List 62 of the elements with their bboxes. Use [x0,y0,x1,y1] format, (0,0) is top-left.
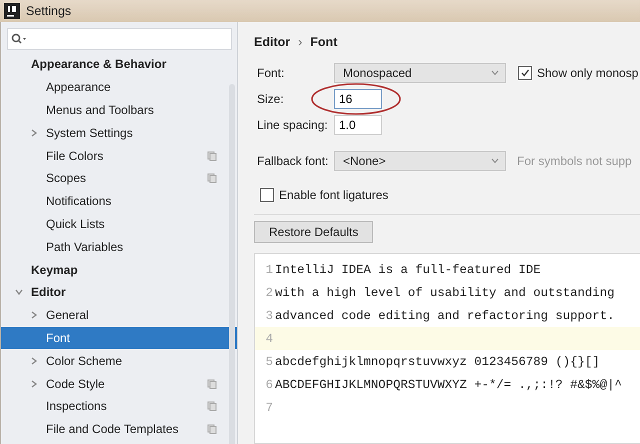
scrollbar[interactable] [229,84,235,444]
line-number: 4 [264,332,274,346]
size-field[interactable]: 16 [334,89,382,109]
tree-item[interactable]: Appearance & Behavior [1,53,237,76]
tree-item[interactable]: Menus and Toolbars [1,98,237,122]
tree-item[interactable]: Scopes [1,166,237,190]
breadcrumb-item: Font [310,35,338,49]
breadcrumb-item: Editor [254,35,290,49]
tree-item[interactable]: File Colors [1,144,237,167]
code-line: advanced code editing and refactoring support. [275,308,614,322]
font-label: Font: [257,66,286,80]
check-icon [520,68,530,78]
app-logo-icon [4,3,20,19]
monospaced-checkbox[interactable]: Show only monosp [518,66,638,80]
tree-item[interactable]: File and Code Templates [1,418,237,441]
line-number: 2 [264,286,274,300]
line-spacing-field[interactable]: 1.0 [334,115,382,135]
font-dropdown[interactable]: Monospaced [334,63,506,83]
chevron-down-icon [15,288,23,296]
fallback-font-dropdown[interactable]: <None> [334,151,506,171]
line-number: 7 [264,400,274,414]
line-number: 1 [264,262,274,276]
tree-item[interactable]: Path Variables [1,235,237,258]
chevron-right-icon [30,380,38,388]
code-line: abcdefghijklmnopqrstuvwxyz 0123456789 (){}[] [275,354,600,368]
tree-item[interactable]: Notifications [1,190,237,213]
tree-item[interactable]: Quick Lists [1,212,237,236]
tree-item[interactable]: Code Style [1,372,237,395]
tree-item[interactable]: General [1,304,237,327]
line-number: 5 [264,354,274,368]
line-number: 6 [264,378,274,392]
line-number: 3 [264,308,274,322]
fallback-font-label: Fallback font: [257,154,330,168]
copy-icon [207,150,217,161]
search-icon [11,33,27,45]
code-line: IntelliJ IDEA is a full-featured IDE [275,262,541,276]
chevron-right-icon [30,356,38,365]
caret-icon [491,158,499,164]
tree-item[interactable]: System Settings [1,121,237,144]
code-line: ABCDEFGHIJKLMNOPQRSTUVWXYZ +-*/= .,;:!? #&$%@|^ [275,378,622,392]
copy-icon [207,424,217,434]
restore-defaults-button[interactable]: Restore Defaults [254,221,374,243]
chevron-right-icon [30,311,38,320]
tree-item[interactable]: Inspections [1,394,237,418]
tree-item[interactable]: Color Scheme [1,349,237,372]
ligatures-checkbox[interactable]: Enable font ligatures [260,188,388,202]
search-field[interactable] [7,28,232,50]
chevron-right-icon [30,128,38,137]
fallback-hint: For symbols not supp [517,154,632,168]
tree-item[interactable]: Appearance [1,76,237,99]
size-label: Size: [257,92,285,106]
window-title: Settings [26,4,72,18]
line-spacing-label: Line spacing: [257,118,329,132]
copy-icon [207,401,217,412]
breadcrumb-item: › [298,35,302,49]
tree-item[interactable]: Font [1,326,237,350]
tree-item[interactable]: Editor [1,280,237,304]
code-line: with a high level of usability and outstanding [275,286,614,300]
copy-icon [207,173,217,184]
tree-item[interactable]: Keymap [1,258,237,281]
copy-icon [207,378,217,389]
caret-icon [491,70,499,76]
